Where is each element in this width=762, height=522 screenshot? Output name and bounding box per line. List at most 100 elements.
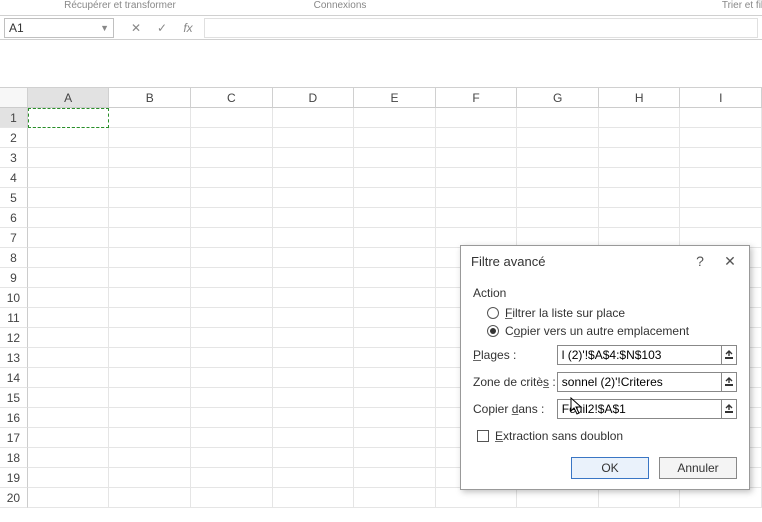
cell[interactable]: [354, 168, 436, 188]
row-header[interactable]: 13: [0, 348, 28, 368]
cell[interactable]: [28, 408, 110, 428]
cell[interactable]: [28, 328, 110, 348]
chevron-down-icon[interactable]: ▼: [100, 23, 109, 33]
cell[interactable]: [354, 208, 436, 228]
cell[interactable]: [273, 208, 355, 228]
cell[interactable]: [273, 288, 355, 308]
cell[interactable]: [191, 308, 273, 328]
cell[interactable]: [354, 428, 436, 448]
cell[interactable]: [273, 248, 355, 268]
cell[interactable]: [109, 108, 191, 128]
cell[interactable]: [28, 448, 110, 468]
list-range-input[interactable]: [557, 345, 722, 365]
cell[interactable]: [191, 128, 273, 148]
cell[interactable]: [599, 188, 681, 208]
cell[interactable]: [273, 348, 355, 368]
cancel-button[interactable]: Annuler: [659, 457, 737, 479]
cell[interactable]: [109, 368, 191, 388]
row-header[interactable]: 6: [0, 208, 28, 228]
cell[interactable]: [517, 488, 599, 508]
row-header[interactable]: 10: [0, 288, 28, 308]
cell[interactable]: [109, 128, 191, 148]
cell[interactable]: [28, 368, 110, 388]
cell[interactable]: [191, 288, 273, 308]
cell[interactable]: [517, 148, 599, 168]
cell[interactable]: [109, 248, 191, 268]
cell[interactable]: [191, 148, 273, 168]
cell[interactable]: [354, 128, 436, 148]
cell[interactable]: [273, 108, 355, 128]
column-header[interactable]: C: [191, 88, 273, 108]
cell[interactable]: [517, 108, 599, 128]
cell[interactable]: [191, 368, 273, 388]
cell[interactable]: [191, 488, 273, 508]
column-header[interactable]: E: [354, 88, 436, 108]
cell[interactable]: [28, 388, 110, 408]
cell[interactable]: [109, 448, 191, 468]
cell[interactable]: [28, 148, 110, 168]
row-header[interactable]: 19: [0, 468, 28, 488]
column-header[interactable]: G: [517, 88, 599, 108]
row-header[interactable]: 4: [0, 168, 28, 188]
cell[interactable]: [354, 348, 436, 368]
cell[interactable]: [273, 388, 355, 408]
cell[interactable]: [517, 168, 599, 188]
cell[interactable]: [680, 188, 762, 208]
cell[interactable]: [599, 108, 681, 128]
row-header[interactable]: 11: [0, 308, 28, 328]
row-header[interactable]: 18: [0, 448, 28, 468]
cell[interactable]: [109, 268, 191, 288]
row-header[interactable]: 15: [0, 388, 28, 408]
cell[interactable]: [109, 168, 191, 188]
cell[interactable]: [354, 308, 436, 328]
cell[interactable]: [273, 228, 355, 248]
cell[interactable]: [354, 268, 436, 288]
cell[interactable]: [273, 428, 355, 448]
row-header[interactable]: 8: [0, 248, 28, 268]
formula-input[interactable]: [204, 18, 758, 38]
cell[interactable]: [436, 168, 518, 188]
cell[interactable]: [28, 488, 110, 508]
row-header[interactable]: 3: [0, 148, 28, 168]
cell[interactable]: [680, 208, 762, 228]
ok-button[interactable]: OK: [571, 457, 649, 479]
cell[interactable]: [354, 188, 436, 208]
column-header[interactable]: F: [436, 88, 518, 108]
cell[interactable]: [28, 288, 110, 308]
cell[interactable]: [109, 428, 191, 448]
unique-records-checkbox[interactable]: Extraction sans doublon: [477, 429, 737, 443]
cell[interactable]: [191, 408, 273, 428]
radio-copy-to-location[interactable]: Copier vers un autre emplacement: [487, 324, 737, 338]
cell[interactable]: [599, 168, 681, 188]
cell[interactable]: [354, 228, 436, 248]
cell[interactable]: [109, 228, 191, 248]
cell[interactable]: [273, 448, 355, 468]
cell[interactable]: [191, 248, 273, 268]
cell[interactable]: [191, 328, 273, 348]
cell[interactable]: [354, 108, 436, 128]
cell[interactable]: [191, 468, 273, 488]
radio-filter-in-place[interactable]: Filtrer la liste sur place: [487, 306, 737, 320]
cell[interactable]: [354, 328, 436, 348]
cell[interactable]: [28, 188, 110, 208]
cell[interactable]: [599, 128, 681, 148]
cell[interactable]: [273, 148, 355, 168]
cell[interactable]: [109, 468, 191, 488]
column-header[interactable]: H: [599, 88, 681, 108]
cell[interactable]: [354, 288, 436, 308]
cell[interactable]: [436, 148, 518, 168]
cell[interactable]: [28, 208, 110, 228]
cell[interactable]: [517, 188, 599, 208]
cell[interactable]: [680, 148, 762, 168]
cell[interactable]: [354, 248, 436, 268]
cell[interactable]: [273, 368, 355, 388]
dialog-titlebar[interactable]: Filtre avancé ? ✕: [461, 246, 749, 276]
cell[interactable]: [436, 488, 518, 508]
cell[interactable]: [191, 428, 273, 448]
cell[interactable]: [109, 488, 191, 508]
cell[interactable]: [109, 288, 191, 308]
cell[interactable]: [109, 328, 191, 348]
cell[interactable]: [109, 148, 191, 168]
cell[interactable]: [599, 488, 681, 508]
row-header[interactable]: 12: [0, 328, 28, 348]
